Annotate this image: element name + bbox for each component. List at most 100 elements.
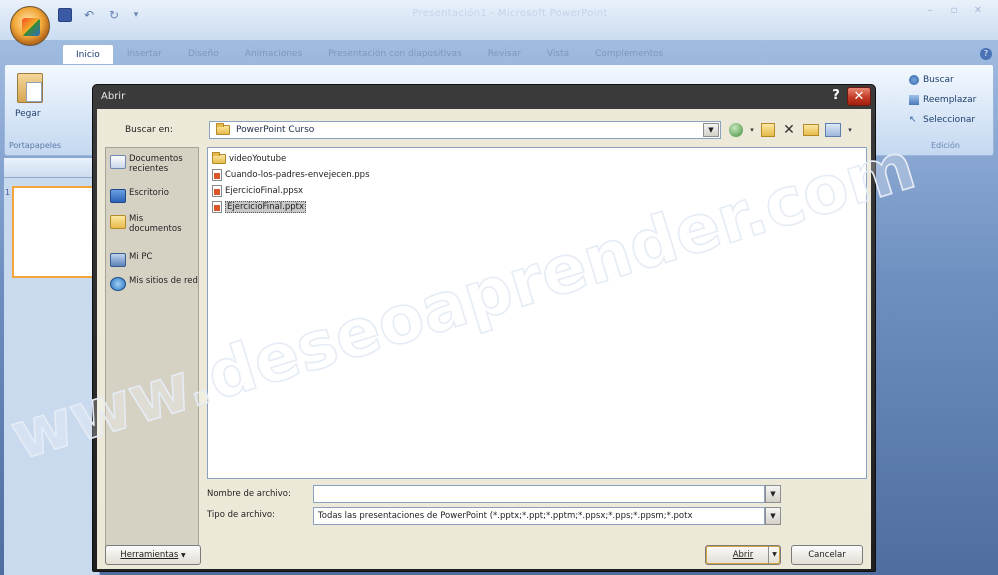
undo-icon[interactable]: ↶	[81, 8, 97, 22]
place-network[interactable]: Mis sitios de red	[110, 276, 198, 291]
minimize-icon[interactable]: –	[920, 4, 940, 18]
help-icon[interactable]: ?	[980, 48, 992, 60]
delete-icon[interactable]: ✕	[781, 122, 797, 138]
select-label: Seleccionar	[923, 115, 976, 125]
tab-inicio[interactable]: Inicio	[62, 44, 114, 64]
place-label: Mis sitios de red	[129, 276, 198, 286]
my-documents-icon	[110, 215, 126, 229]
open-button[interactable]: Abrir ▼	[705, 545, 781, 565]
ribbon-tabs: Inicio Insertar Diseño Animaciones Prese…	[62, 44, 676, 64]
place-recent[interactable]: Documentos recientes	[110, 154, 198, 174]
tools-label: Herramientas	[120, 550, 179, 560]
replace-label: Reemplazar	[923, 95, 977, 105]
customize-toolbar-icon[interactable]: ▾	[131, 10, 141, 20]
slides-tabbar[interactable]	[4, 158, 100, 178]
tab-insertar[interactable]: Insertar	[114, 44, 175, 64]
place-label: Documentos recientes	[129, 154, 183, 174]
office-logo-icon	[22, 18, 40, 36]
dialog-body: Buscar en: PowerPoint Curso ▼ ▾ ✕ ▾ Docu…	[97, 109, 871, 569]
redo-icon[interactable]: ↻	[106, 8, 122, 22]
back-icon[interactable]	[729, 123, 743, 137]
up-folder-icon[interactable]	[761, 123, 775, 137]
place-my-pc[interactable]: Mi PC	[110, 252, 198, 267]
file-list[interactable]: videoYoutube Cuando-los-padres-envejecen…	[207, 147, 867, 479]
open-dialog: Abrir ? ✕ Buscar en: PowerPoint Curso ▼ …	[92, 84, 876, 572]
open-label: Abrir	[732, 550, 754, 560]
tab-animaciones[interactable]: Animaciones	[232, 44, 316, 64]
file-name-label: Nombre de archivo:	[207, 489, 291, 499]
replace-button[interactable]: Reemplazar	[909, 93, 976, 107]
file-name: Cuando-los-padres-envejecen.pps	[225, 169, 370, 180]
look-in-label: Buscar en:	[125, 125, 173, 135]
quick-access-toolbar: ↶ ↻ ▾	[58, 6, 141, 24]
new-folder-icon[interactable]	[803, 124, 819, 136]
file-name-input[interactable]	[313, 485, 765, 503]
dialog-toolbar: ▾ ✕ ▾	[729, 121, 853, 139]
list-item[interactable]: videoYoutube	[212, 151, 287, 165]
look-in-value: PowerPoint Curso	[236, 125, 315, 135]
editing-group-label: Edición	[931, 141, 960, 150]
paste-button-label[interactable]: Pegar	[15, 109, 41, 119]
desktop-icon	[110, 189, 126, 203]
slide-number: 1	[5, 188, 11, 197]
place-desktop[interactable]: Escritorio	[110, 188, 198, 203]
file-type-label: Tipo de archivo:	[207, 510, 275, 520]
place-label: Escritorio	[129, 188, 169, 198]
dialog-close-icon[interactable]: ✕	[847, 87, 871, 106]
close-window-icon[interactable]: ✕	[968, 4, 988, 18]
places-bar: Documentos recientes Escritorio Mis docu…	[105, 147, 199, 551]
views-dropdown-icon[interactable]: ▾	[847, 122, 853, 138]
cancel-button[interactable]: Cancelar	[791, 545, 863, 565]
open-options-icon[interactable]: ▼	[768, 546, 780, 564]
file-type-select[interactable]: Todas las presentaciones de PowerPoint (…	[313, 507, 765, 525]
paste-icon[interactable]	[17, 73, 43, 103]
powerpoint-file-icon	[212, 168, 222, 181]
file-name: videoYoutube	[229, 153, 287, 164]
views-icon[interactable]	[825, 123, 841, 137]
folder-icon	[212, 151, 226, 164]
select-button[interactable]: ↖ Seleccionar	[909, 113, 975, 127]
place-my-documents[interactable]: Mis documentos	[110, 214, 198, 234]
network-icon	[110, 277, 126, 291]
place-label: Mi PC	[129, 252, 153, 262]
computer-icon	[110, 253, 126, 267]
list-item[interactable]: Cuando-los-padres-envejecen.pps	[212, 168, 370, 181]
back-dropdown-icon[interactable]: ▾	[749, 122, 755, 138]
find-button[interactable]: Buscar	[909, 73, 954, 87]
list-item[interactable]: EjercicioFinal.ppsx	[212, 184, 303, 197]
editing-group: Buscar Reemplazar ↖ Seleccionar Edición	[901, 69, 991, 153]
folder-icon	[216, 123, 230, 135]
look-in-select[interactable]: PowerPoint Curso ▼	[209, 121, 721, 139]
save-icon[interactable]	[58, 8, 72, 22]
tab-diseno[interactable]: Diseño	[175, 44, 232, 64]
place-label: Mis documentos	[129, 214, 182, 234]
office-button[interactable]	[10, 6, 50, 46]
cursor-icon: ↖	[909, 115, 917, 125]
recent-documents-icon	[110, 155, 126, 169]
dialog-help-icon[interactable]: ?	[827, 87, 845, 105]
file-name: EjercicioFinal.ppsx	[225, 185, 304, 196]
tab-vista[interactable]: Vista	[534, 44, 582, 64]
powerpoint-file-icon	[212, 184, 222, 197]
slides-panel: 1	[4, 158, 100, 575]
chevron-down-icon[interactable]: ▼	[765, 507, 781, 525]
find-label: Buscar	[923, 75, 954, 85]
clipboard-group: Pegar Portapapeles	[7, 69, 91, 153]
file-name: EjercicioFinal.pptx	[225, 200, 306, 213]
replace-icon	[909, 95, 919, 105]
tools-button[interactable]: Herramientas ▼	[105, 545, 201, 565]
window-controls: – ▫ ✕	[920, 4, 988, 18]
chevron-down-icon[interactable]: ▼	[765, 485, 781, 503]
tab-presentacion[interactable]: Presentación con diapositivas	[315, 44, 475, 64]
tab-revisar[interactable]: Revisar	[475, 44, 534, 64]
restore-icon[interactable]: ▫	[944, 4, 964, 18]
powerpoint-file-icon	[212, 200, 222, 213]
dialog-title: Abrir	[101, 91, 126, 102]
tab-complementos[interactable]: Complementos	[582, 44, 676, 64]
slide-thumbnail[interactable]	[12, 186, 98, 278]
title-bar: ↶ ↻ ▾ Presentación1 - Microsoft PowerPoi…	[0, 0, 998, 46]
clipboard-group-label: Portapapeles	[9, 141, 62, 150]
chevron-down-icon[interactable]: ▼	[703, 123, 719, 137]
list-item-selected[interactable]: EjercicioFinal.pptx	[212, 200, 306, 213]
chevron-down-icon: ▼	[180, 552, 186, 559]
